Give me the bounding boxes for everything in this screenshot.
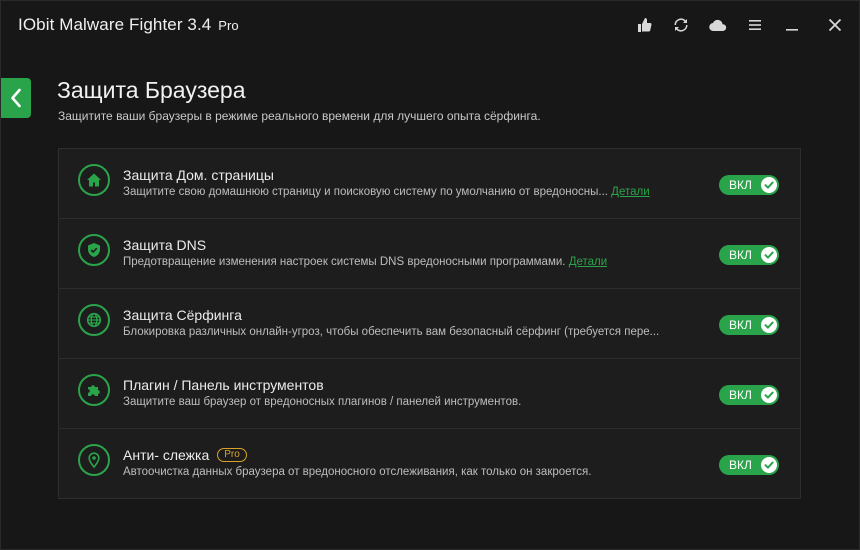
feature-title: Защита Дом. страницы: [123, 167, 274, 183]
app-edition: Pro: [218, 18, 239, 33]
pro-badge: Pro: [217, 448, 247, 462]
page-subtitle: Защитите ваши браузеры в режиме реальног…: [58, 109, 541, 123]
feature-row-surfing-protection: Защита Сёрфинга Блокировка различных онл…: [59, 289, 800, 359]
cloud-icon[interactable]: [706, 13, 730, 37]
feature-description: Автоочистка данных браузера от вредоносн…: [123, 466, 592, 478]
feature-title: Защита DNS: [123, 237, 207, 253]
feature-row-plugin-toolbar: Плагин / Панель инструментов Защитите ва…: [59, 359, 800, 429]
page-title: Защита Браузера: [57, 77, 246, 103]
toggle-label: ВКЛ: [729, 388, 752, 402]
location-pin-icon: [78, 444, 110, 476]
feature-description: Предотвращение изменения настроек систем…: [123, 256, 608, 268]
chevron-left-icon: [11, 88, 21, 108]
app-name: IObit Malware Fighter 3.4: [18, 15, 212, 34]
feature-title: Защита Сёрфинга: [123, 307, 242, 323]
toggle-label: ВКЛ: [729, 248, 752, 262]
homepage-protection-toggle[interactable]: ВКЛ: [719, 175, 779, 195]
feature-row-anti-tracking: Анти- слежка Pro Автоочистка данных брау…: [59, 429, 800, 499]
surfing-protection-toggle[interactable]: ВКЛ: [719, 315, 779, 335]
feature-description: Защитите свою домашнюю страницу и поиско…: [123, 186, 650, 198]
shield-icon: [78, 234, 110, 266]
toggle-label: ВКЛ: [729, 178, 752, 192]
feature-title: Анти- слежка Pro: [123, 447, 247, 463]
close-icon[interactable]: [823, 13, 847, 37]
feature-title: Плагин / Панель инструментов: [123, 377, 324, 393]
details-link[interactable]: Детали: [569, 256, 607, 268]
back-button[interactable]: [1, 78, 31, 118]
check-icon: [761, 317, 777, 333]
check-icon: [761, 387, 777, 403]
feature-list: Защита Дом. страницы Защитите свою домаш…: [58, 148, 801, 499]
check-icon: [761, 177, 777, 193]
feature-row-homepage-protection: Защита Дом. страницы Защитите свою домаш…: [59, 149, 800, 219]
feature-description: Защитите ваш браузер от вредоносных плаг…: [123, 396, 522, 408]
toggle-label: ВКЛ: [729, 458, 752, 472]
title-bar-actions: [619, 13, 847, 37]
globe-icon: [78, 304, 110, 336]
toggle-label: ВКЛ: [729, 318, 752, 332]
check-icon: [761, 247, 777, 263]
app-window: IObit Malware Fighter 3.4 Pro Защита Бра…: [0, 0, 860, 550]
feature-description: Блокировка различных онлайн-угроз, чтобы…: [123, 326, 660, 338]
check-icon: [761, 457, 777, 473]
details-link[interactable]: Детали: [611, 186, 649, 198]
feature-row-dns-protection: Защита DNS Предотвращение изменения наст…: [59, 219, 800, 289]
anti-tracking-toggle[interactable]: ВКЛ: [719, 455, 779, 475]
update-icon[interactable]: [669, 13, 693, 37]
thumbs-up-icon[interactable]: [632, 13, 656, 37]
minimize-icon[interactable]: [780, 13, 804, 37]
plugin-toolbar-toggle[interactable]: ВКЛ: [719, 385, 779, 405]
title-bar: IObit Malware Fighter 3.4 Pro: [1, 1, 859, 49]
puzzle-icon: [78, 374, 110, 406]
dns-protection-toggle[interactable]: ВКЛ: [719, 245, 779, 265]
home-icon: [78, 164, 110, 196]
app-title: IObit Malware Fighter 3.4 Pro: [18, 15, 239, 35]
menu-icon[interactable]: [743, 13, 767, 37]
